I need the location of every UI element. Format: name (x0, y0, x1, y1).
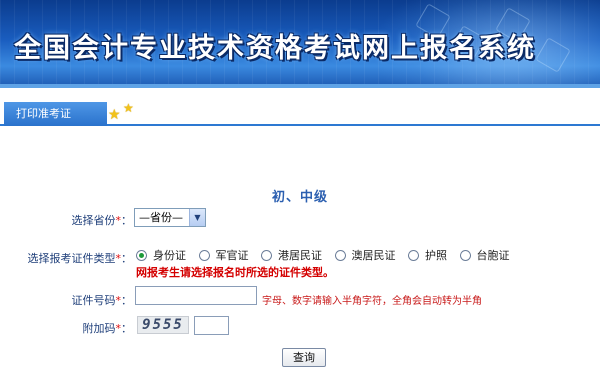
radio-option-passport[interactable]: 护照 (408, 247, 447, 263)
radio-button[interactable] (334, 250, 346, 261)
tab-bar: 打印准考证 (0, 102, 600, 126)
radio-button[interactable] (408, 250, 419, 261)
query-button[interactable]: 查询 (282, 348, 326, 367)
id-number-input[interactable] (135, 286, 257, 305)
id-number-hint: 字母、数字请输入半角字符，全角会自动转为半角 (262, 296, 482, 307)
province-select[interactable]: —省份— ▼ (134, 208, 206, 227)
id-type-label: 选择报考证件类型*： (27, 252, 133, 265)
radio-button[interactable] (136, 250, 147, 261)
id-type-radio-group: 身份证 军官证 港居民证 澳居民证 护照 台胞证 (136, 247, 519, 263)
id-number-label: 证件号码*： (71, 294, 133, 307)
captcha-label: 附加码*： (82, 322, 133, 335)
star-icon: ★ (123, 101, 134, 115)
star-icon: ★ (108, 107, 121, 123)
radio-button[interactable] (198, 250, 210, 261)
captcha-image: 9555 (137, 316, 189, 334)
banner-bottom-strip (0, 84, 600, 88)
chevron-down-icon[interactable]: ▼ (189, 209, 205, 226)
radio-option-taiwan-compatriot[interactable]: 台胞证 (459, 247, 510, 263)
radio-option-officer-card[interactable]: 军官证 (198, 247, 249, 263)
section-title: 初、中级 (271, 190, 328, 205)
system-title: 全国会计专业技术资格考试网上报名系统 (14, 33, 536, 64)
radio-button[interactable] (459, 250, 471, 261)
tab-print-admission-ticket[interactable]: 打印准考证 (4, 102, 107, 126)
province-selected-value: —省份— (139, 211, 183, 224)
radio-button[interactable] (261, 250, 272, 261)
id-type-warning: 网报考生请选择报名时所选的证件类型。 (136, 266, 334, 279)
radio-option-macau-resident[interactable]: 澳居民证 (334, 247, 396, 263)
header-banner: 全国会计专业技术资格考试网上报名系统 (0, 0, 600, 88)
radio-option-hk-resident[interactable]: 港居民证 (261, 247, 322, 263)
radio-option-id-card[interactable]: 身份证 (136, 247, 186, 263)
captcha-input[interactable] (194, 316, 229, 335)
province-label: 选择省份*： (71, 214, 133, 227)
